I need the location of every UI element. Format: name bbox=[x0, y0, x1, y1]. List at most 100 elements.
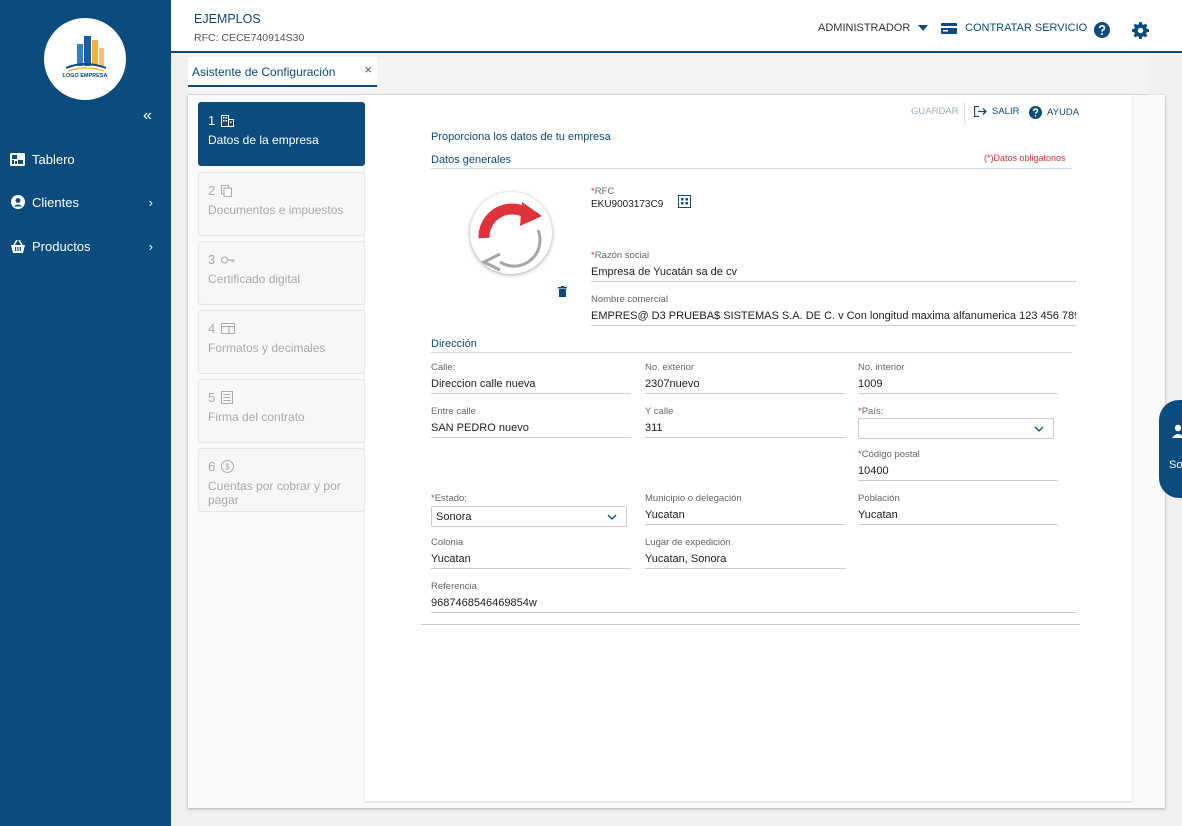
referencia-label: Referencia bbox=[431, 581, 477, 592]
logo-buildings-icon bbox=[65, 36, 107, 72]
step-number: 3 bbox=[208, 252, 216, 267]
no-exterior-label: No. exterior bbox=[645, 362, 695, 373]
pais-select[interactable] bbox=[858, 418, 1054, 439]
nombre-comercial-field[interactable]: EMPRES@ D3 PRUEBA$ SISTEMAS S.A. DE C. v… bbox=[591, 307, 1076, 326]
entre-calle-field[interactable]: SAN PEDRO nuevo bbox=[431, 419, 631, 438]
tab-label: Asistente de Configuración bbox=[192, 65, 336, 79]
key-icon bbox=[221, 256, 235, 263]
step-formatos-decimales[interactable]: 4 Formatos y decimales bbox=[198, 310, 365, 374]
company-title: EJEMPLOS bbox=[194, 12, 261, 26]
guardar-button[interactable]: GUARDAR bbox=[911, 106, 959, 117]
municipio-field[interactable]: Yucatan bbox=[645, 506, 845, 525]
tab-asistente-configuracion[interactable]: Asistente de Configuración × bbox=[188, 57, 377, 87]
referencia-field[interactable]: 9687468546469854w bbox=[431, 594, 1076, 613]
sidebar: LOGO EMPRESA « Tablero Clientes › Produc… bbox=[0, 0, 171, 826]
no-exterior-field[interactable]: 2307nuevo bbox=[645, 375, 845, 394]
step-number: 2 bbox=[208, 183, 216, 198]
pais-label: *País: bbox=[858, 406, 884, 417]
step-datos-empresa[interactable]: 1 Datos de la empresa bbox=[198, 102, 365, 166]
y-calle-label: Y calle bbox=[645, 406, 674, 417]
caret-down-icon bbox=[918, 24, 929, 31]
razon-social-field[interactable]: Empresa de Yucatán sa de cv bbox=[591, 263, 1076, 282]
floating-support-button[interactable]: So bbox=[1159, 400, 1182, 498]
user-circle-icon bbox=[9, 195, 26, 209]
municipio-label: Municipio o delegación bbox=[645, 493, 742, 504]
step-certificado-digital[interactable]: 3 Certificado digital bbox=[198, 241, 365, 305]
delete-logo-button[interactable] bbox=[558, 284, 567, 302]
help-button[interactable] bbox=[1094, 22, 1110, 43]
required-note: (*)Datos obligatorios bbox=[984, 153, 1066, 163]
refresh-arrows-icon bbox=[478, 202, 542, 272]
form-bottom-divider bbox=[421, 624, 1080, 625]
company-logo: LOGO EMPRESA bbox=[44, 18, 126, 100]
sign-out-icon bbox=[974, 106, 987, 117]
contract-list-icon bbox=[221, 391, 234, 404]
sidebar-item-label: Productos bbox=[32, 238, 91, 254]
step-number: 5 bbox=[208, 390, 216, 405]
calle-label: Calle: bbox=[431, 362, 456, 373]
sidebar-item-clientes[interactable]: Clientes › bbox=[0, 187, 171, 217]
admin-menu[interactable]: ADMINISTRADOR bbox=[818, 22, 929, 34]
settings-button[interactable] bbox=[1132, 22, 1149, 44]
sidebar-item-productos[interactable]: Productos › bbox=[0, 231, 171, 261]
step-number: 1 bbox=[208, 113, 216, 128]
direccion-title: Dirección bbox=[431, 338, 477, 350]
form-intro: Proporciona los datos de tu empresa bbox=[431, 131, 611, 143]
company-avatar[interactable] bbox=[470, 192, 552, 274]
sidebar-item-tablero[interactable]: Tablero bbox=[0, 144, 171, 174]
entre-calle-label: Entre calle bbox=[431, 406, 476, 417]
calle-field[interactable]: Direccion calle nueva bbox=[431, 375, 631, 394]
poblacion-label: Población bbox=[858, 493, 900, 504]
step-cuentas-cobrar-pagar[interactable]: 6 $ Cuentas por cobrar y por pagar bbox=[198, 448, 365, 512]
shopping-basket-icon bbox=[9, 239, 26, 253]
step-number: 4 bbox=[208, 321, 216, 336]
poblacion-field[interactable]: Yucatan bbox=[858, 506, 1058, 525]
tab-strip: Asistente de Configuración × bbox=[188, 57, 1148, 95]
razon-social-label: *Razón social bbox=[591, 250, 650, 261]
svg-text:$: $ bbox=[226, 463, 231, 472]
question-circle-icon bbox=[1094, 22, 1110, 38]
section-divider bbox=[431, 168, 1072, 169]
ayuda-button[interactable]: AYUDA bbox=[1029, 106, 1079, 119]
section-divider bbox=[431, 352, 1072, 353]
rfc-info-button[interactable] bbox=[678, 195, 691, 213]
step-label: Cuentas por cobrar y por pagar bbox=[208, 479, 341, 507]
floating-button-text: So bbox=[1169, 459, 1182, 471]
step-label: Documentos e impuestos bbox=[208, 203, 344, 217]
collapse-sidebar-button[interactable]: « bbox=[143, 107, 152, 125]
close-tab-icon[interactable]: × bbox=[364, 62, 372, 77]
user-icon bbox=[1172, 424, 1182, 438]
estado-value: Sonora bbox=[436, 511, 472, 523]
id-card-icon bbox=[678, 195, 691, 208]
estado-select[interactable]: Sonora bbox=[431, 506, 627, 527]
lugar-expedicion-field[interactable]: Yucatan, Sonora bbox=[645, 550, 845, 569]
credit-card-icon bbox=[941, 22, 957, 34]
dashboard-icon bbox=[9, 152, 26, 166]
rfc-value: EKU9003173C9 bbox=[591, 199, 664, 210]
colonia-label: Colonia bbox=[431, 537, 464, 548]
admin-label: ADMINISTRADOR bbox=[818, 22, 911, 34]
codigo-postal-field[interactable]: 10400 bbox=[858, 462, 1058, 481]
logo-text: LOGO EMPRESA bbox=[62, 73, 108, 79]
codigo-postal-label: *Código postal bbox=[858, 449, 920, 460]
company-rfc: RFC: CECE740914S30 bbox=[194, 32, 305, 44]
no-interior-label: No. interior bbox=[858, 362, 905, 373]
chevron-down-icon bbox=[1029, 421, 1049, 436]
sidebar-item-label: Clientes bbox=[32, 194, 79, 210]
rfc-label: *RFC bbox=[591, 186, 615, 197]
format-icon bbox=[221, 323, 236, 334]
no-interior-field[interactable]: 1009 bbox=[858, 375, 1058, 394]
y-calle-field[interactable]: 311 bbox=[645, 419, 845, 438]
building-icon bbox=[221, 114, 235, 127]
top-header: EJEMPLOS RFC: CECE740914S30 ADMINISTRADO… bbox=[171, 0, 1182, 53]
contratar-servicio-button[interactable]: CONTRATAR SERVICIO bbox=[941, 22, 1087, 34]
step-firma-contrato[interactable]: 5 Firma del contrato bbox=[198, 379, 365, 443]
colonia-field[interactable]: Yucatan bbox=[431, 550, 631, 569]
step-documentos-impuestos[interactable]: 2 Documentos e impuestos bbox=[198, 172, 365, 236]
salir-label: SALIR bbox=[992, 106, 1020, 117]
chevron-down-icon bbox=[602, 509, 622, 524]
trash-icon bbox=[558, 286, 567, 297]
salir-button[interactable]: SALIR bbox=[974, 106, 1019, 117]
sidebar-item-label: Tablero bbox=[32, 151, 75, 167]
ayuda-label: AYUDA bbox=[1047, 107, 1080, 118]
